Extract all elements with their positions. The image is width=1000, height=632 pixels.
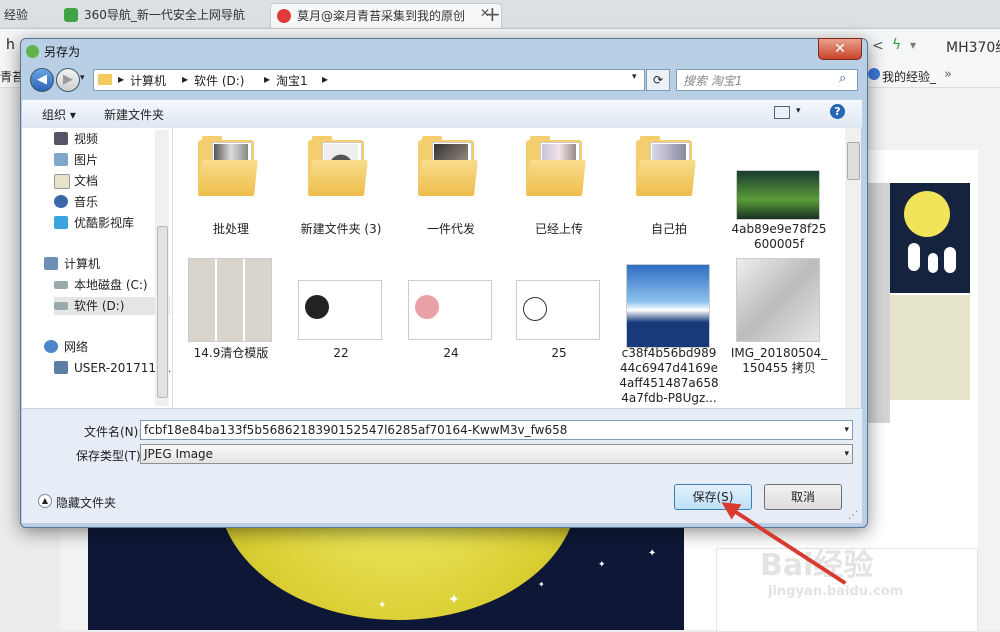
disk-icon bbox=[54, 281, 68, 289]
news-ticker[interactable]: MH370终 bbox=[946, 37, 1000, 57]
breadcrumb-computer[interactable]: 计算机 bbox=[130, 72, 166, 89]
forward-button[interactable]: ▶ bbox=[56, 68, 80, 92]
star-icon: ✦ bbox=[598, 560, 606, 570]
video-icon bbox=[54, 132, 68, 145]
huaban-logo-icon bbox=[277, 9, 291, 23]
watermark-url: jingyan.baidu.com bbox=[768, 584, 904, 599]
help-icon[interactable]: ? bbox=[830, 104, 845, 119]
thumbnail-sketch[interactable] bbox=[890, 295, 970, 400]
search-placeholder: 搜索 淘宝1 bbox=[683, 74, 743, 88]
360-logo-icon bbox=[64, 8, 78, 22]
library-icon bbox=[54, 216, 68, 229]
bookmarks-more[interactable]: » bbox=[944, 67, 952, 82]
document-icon bbox=[54, 174, 70, 189]
new-tab-button[interactable]: + bbox=[484, 2, 501, 26]
folder-icon bbox=[198, 136, 258, 196]
moon-illustration: ✦ ✦ ✦ ✦ ✦ bbox=[88, 520, 684, 630]
hide-folders-toggle[interactable]: 隐藏文件夹 bbox=[56, 494, 116, 511]
filetype-dropdown-icon: ▾ bbox=[844, 449, 849, 459]
recent-locations-icon[interactable]: ▾ bbox=[80, 73, 85, 83]
rabbit-shape bbox=[928, 253, 938, 273]
folder-icon bbox=[308, 136, 368, 196]
dialog-title: 另存为 bbox=[44, 45, 81, 59]
search-box[interactable]: 搜索 淘宝1 ⌕ bbox=[676, 69, 858, 91]
pc-icon bbox=[54, 361, 68, 374]
thumbnail-moon-rabbits[interactable] bbox=[890, 183, 970, 293]
filetype-label: 保存类型(T): bbox=[76, 449, 145, 463]
cartoon-shape bbox=[305, 295, 329, 319]
image-thumbnail bbox=[188, 258, 272, 342]
star-icon: ✦ bbox=[448, 592, 460, 608]
file-scrollbar-thumb[interactable] bbox=[847, 142, 860, 180]
image-thumbnail bbox=[298, 280, 382, 340]
moon-shape bbox=[904, 191, 950, 237]
tab-huaban[interactable]: 莫月@粢月青苔采集到我的原创 bbox=[270, 3, 502, 28]
organize-button[interactable]: 组织 ▾ bbox=[42, 106, 76, 123]
new-folder-button[interactable]: 新建文件夹 bbox=[104, 106, 164, 123]
rabbit-shape bbox=[944, 247, 956, 273]
filename-label: 文件名(N): bbox=[84, 425, 143, 439]
cartoon-shape bbox=[415, 295, 439, 319]
share-icon[interactable]: < bbox=[872, 38, 884, 54]
bookmark-my-jingyan[interactable]: 我的经验_ bbox=[882, 68, 936, 85]
cancel-button[interactable]: 取消 bbox=[764, 484, 842, 510]
nav-scrollbar-thumb[interactable] bbox=[157, 226, 168, 398]
breadcrumb-folder[interactable]: 淘宝1 bbox=[276, 72, 308, 89]
view-dropdown-icon[interactable]: ▾ bbox=[796, 106, 801, 116]
speed-icon[interactable]: ϟ bbox=[892, 37, 901, 53]
image-thumbnail bbox=[516, 280, 600, 340]
view-icon[interactable] bbox=[774, 106, 790, 119]
nav-youku[interactable]: 优酷影视库 bbox=[54, 214, 134, 232]
computer-icon bbox=[44, 257, 58, 270]
close-button[interactable]: ✕ bbox=[818, 38, 862, 60]
dropdown-icon[interactable]: ▾ bbox=[910, 38, 916, 52]
filename-field[interactable]: fcbf18e84ba133f5b5686218390152547l6285af… bbox=[140, 420, 853, 440]
file-scrollbar[interactable] bbox=[845, 128, 861, 408]
folder-icon bbox=[98, 74, 112, 85]
paw-icon bbox=[868, 68, 880, 80]
breadcrumb-drive[interactable]: 软件 (D:) bbox=[194, 72, 244, 89]
back-button[interactable]: ◀ bbox=[30, 68, 54, 92]
picture-icon bbox=[54, 153, 68, 166]
nav-documents[interactable]: 文档 bbox=[54, 172, 98, 190]
nav-scrollbar[interactable] bbox=[155, 130, 169, 406]
star-icon: ✦ bbox=[378, 600, 387, 611]
nav-pictures[interactable]: 图片 bbox=[54, 151, 98, 169]
refresh-button[interactable]: ⟳ bbox=[646, 69, 670, 91]
app-icon bbox=[26, 45, 39, 58]
tab-label: 莫月@粢月青苔采集到我的原创 bbox=[297, 9, 466, 23]
star-icon: ✦ bbox=[538, 580, 545, 589]
folder-icon bbox=[526, 136, 586, 196]
nav-computer[interactable]: 计算机 bbox=[44, 255, 100, 273]
tab-label: 360导航_新一代安全上网导航 bbox=[84, 8, 245, 22]
nav-network[interactable]: 网络 bbox=[44, 338, 88, 356]
image-thumbnail bbox=[736, 170, 820, 220]
star-icon: ✦ bbox=[648, 548, 657, 559]
tab-360-nav[interactable]: 360导航_新一代安全上网导航 bbox=[58, 3, 284, 27]
address-dropdown-icon[interactable]: ▾ bbox=[632, 72, 637, 82]
resize-grip-icon[interactable]: ⋰ bbox=[848, 510, 858, 521]
address-breadcrumb[interactable]: ▸ 计算机 ▸ 软件 (D:) ▸ 淘宝1 ▸ ▾ bbox=[93, 69, 645, 91]
search-icon[interactable]: ⌕ bbox=[839, 71, 846, 86]
nav-drive-d[interactable]: 软件 (D:) bbox=[54, 297, 170, 315]
address-bar-partial[interactable]: h bbox=[6, 37, 15, 53]
image-thumbnail bbox=[626, 264, 710, 348]
music-icon bbox=[54, 195, 68, 208]
nav-music[interactable]: 音乐 bbox=[54, 193, 98, 211]
nav-videos[interactable]: 视频 bbox=[54, 130, 98, 148]
image-thumbnail bbox=[736, 258, 820, 342]
filename-dropdown-icon[interactable]: ▾ bbox=[844, 421, 849, 439]
filetype-select[interactable]: JPEG Image ▾ bbox=[140, 444, 853, 464]
chevron-up-icon[interactable]: ▲ bbox=[38, 494, 52, 508]
image-thumbnail bbox=[408, 280, 492, 340]
folder-icon bbox=[418, 136, 478, 196]
nav-drive-c[interactable]: 本地磁盘 (C:) bbox=[54, 276, 148, 294]
cartoon-shape bbox=[523, 297, 547, 321]
rabbit-shape bbox=[908, 243, 920, 271]
tab-label: 经验 bbox=[4, 8, 29, 22]
moon-shape bbox=[218, 520, 578, 620]
network-icon bbox=[44, 340, 58, 353]
disk-icon bbox=[54, 302, 68, 310]
folder-icon bbox=[636, 136, 696, 196]
